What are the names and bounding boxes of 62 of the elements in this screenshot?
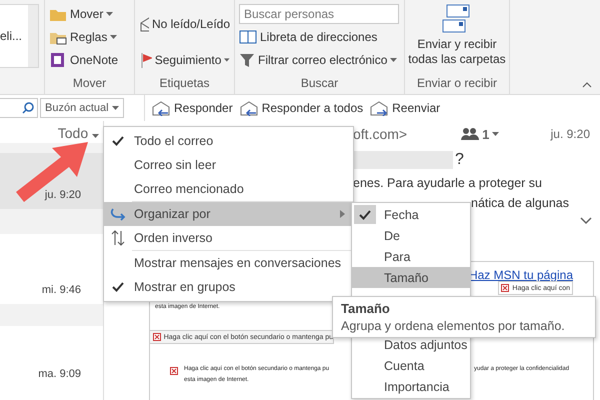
people-button[interactable]: 1 bbox=[461, 126, 500, 142]
message-subject: ? bbox=[455, 151, 464, 169]
ribbon-button[interactable]: OneNote bbox=[49, 50, 130, 70]
menu-item[interactable]: Orden inverso bbox=[104, 226, 353, 250]
send-receive-button[interactable]: Enviar y recibir todas las carpetas bbox=[409, 4, 505, 67]
filter-dropdown[interactable]: Todo bbox=[58, 121, 103, 143]
group-label: Mover bbox=[72, 76, 108, 92]
broken-image-icon bbox=[501, 284, 510, 292]
mail-time: ma. 9:09 bbox=[38, 368, 81, 380]
menu-item[interactable]: Importancia bbox=[352, 376, 470, 397]
sender-address: oft.com> bbox=[353, 126, 408, 142]
menu-item[interactable]: Para bbox=[352, 246, 470, 267]
menu-item[interactable]: De bbox=[352, 225, 470, 246]
menu-item[interactable]: Todo el correo bbox=[104, 129, 353, 153]
ribbon-button[interactable]: Reglas bbox=[49, 27, 130, 47]
menu-item[interactable]: Correo sin leer bbox=[104, 153, 353, 177]
caret-icon bbox=[92, 134, 99, 138]
body-text: enes. Para ayudarle a proteger su bbox=[353, 175, 544, 192]
menu-item[interactable]: Mostrar en grupos bbox=[104, 275, 353, 299]
scope-dropdown[interactable]: Buzón actual bbox=[40, 98, 124, 118]
menu-item[interactable]: Cuenta bbox=[352, 355, 470, 376]
ribbon-button[interactable]: Libreta de direcciones bbox=[239, 27, 400, 47]
menu-item[interactable]: Mostrar mensajes en conversaciones bbox=[104, 251, 353, 275]
style-gallery[interactable]: eli... bbox=[0, 4, 39, 68]
menu-item[interactable]: Organizar por bbox=[104, 202, 353, 226]
sort-icon bbox=[111, 230, 125, 246]
menu-item[interactable]: Tamaño bbox=[352, 267, 470, 288]
broken-image-icon bbox=[170, 367, 178, 375]
mail-time: mi. 9:46 bbox=[42, 284, 81, 296]
action-button[interactable]: Responder a todos bbox=[238, 98, 364, 118]
menu-item[interactable]: Fecha bbox=[352, 204, 470, 225]
message-time: ju. 9:20 bbox=[550, 127, 590, 141]
people-icon bbox=[461, 128, 480, 140]
search-people-field[interactable]: Buscar personas bbox=[239, 4, 399, 24]
arrange-icon bbox=[110, 207, 126, 221]
search-icon bbox=[22, 102, 34, 114]
collapse-icon[interactable] bbox=[582, 82, 592, 88]
ribbon-button[interactable]: Seguimiento bbox=[139, 50, 230, 70]
group-label: Buscar bbox=[300, 76, 340, 92]
filter-icon bbox=[239, 52, 255, 68]
flag-icon bbox=[139, 52, 152, 68]
body-text: nática de algunas bbox=[470, 195, 570, 212]
action-button[interactable]: Reenviar bbox=[369, 98, 440, 118]
search-field[interactable] bbox=[0, 98, 38, 118]
notebook-icon bbox=[49, 52, 67, 68]
book-icon bbox=[239, 29, 257, 45]
expand-icon[interactable] bbox=[580, 217, 592, 225]
menu-item[interactable]: Correo mencionado bbox=[104, 177, 353, 201]
group-label: Enviar o recibir bbox=[416, 76, 498, 92]
broken-image-icon bbox=[153, 333, 161, 341]
gallery-item[interactable]: eli... bbox=[0, 29, 28, 43]
ribbon-button[interactable]: Mover bbox=[49, 4, 130, 24]
ribbon-button[interactable]: Filtrar correo electrónico bbox=[239, 50, 400, 70]
action-button[interactable]: Responder bbox=[151, 98, 233, 118]
ribbon-button[interactable]: No leído/Leído bbox=[139, 14, 230, 34]
caret-icon bbox=[492, 132, 500, 136]
group-label: Etiquetas bbox=[158, 76, 211, 92]
menu-item[interactable]: Datos adjuntos bbox=[352, 334, 470, 355]
mail-time: ju. 9:20 bbox=[44, 189, 81, 201]
tooltip-text: Agrupa y ordena elementos por tamaño. bbox=[341, 319, 566, 333]
tooltip-title: Tamaño bbox=[341, 301, 391, 316]
caret-icon bbox=[112, 106, 119, 110]
